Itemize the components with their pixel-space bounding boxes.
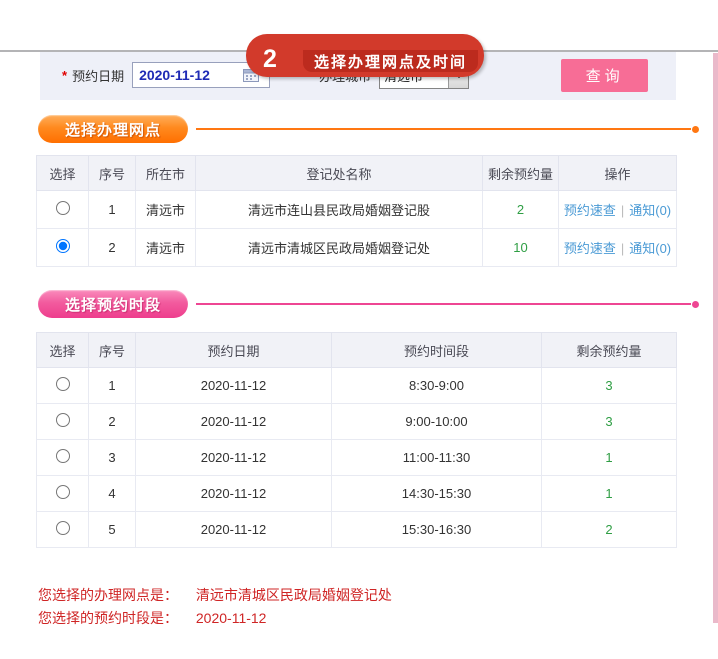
time-section-header: 选择预约时段 <box>38 290 718 318</box>
site-radio[interactable] <box>55 201 70 215</box>
time-table-body: 1 2020-11-12 8:30-9:00 3 2 2020-11-12 9:… <box>36 367 677 548</box>
time-row-date: 2020-11-12 <box>135 367 332 404</box>
time-table-row: 3 2020-11-12 11:00-11:30 1 <box>36 439 677 476</box>
site-row-actions: 预约速查 | 通知(0) <box>558 190 677 229</box>
time-row-period: 14:30-15:30 <box>331 475 542 512</box>
page-right-border <box>713 53 718 623</box>
site-row-remaining: 10 <box>482 228 559 267</box>
time-row-number: 3 <box>88 439 136 476</box>
col-period: 预约时间段 <box>331 332 542 368</box>
site-table: 选择 序号 所在市 登记处名称 剩余预约量 操作 1 清远市 清远市连山县民政局… <box>36 155 677 267</box>
col-remaining: 剩余预约量 <box>482 155 559 191</box>
time-radio[interactable] <box>55 521 70 535</box>
time-radio[interactable] <box>55 485 70 499</box>
site-row-registry-name: 清远市连山县民政局婚姻登记股 <box>195 190 483 229</box>
time-row-number: 5 <box>88 511 136 548</box>
selection-summary: 您选择的办理网点是： 清远市清城区民政局婚姻登记处 您选择的预约时段是： 202… <box>38 584 718 630</box>
time-row-remaining: 1 <box>541 439 677 476</box>
quick-check-link[interactable]: 预约速查 <box>564 203 616 218</box>
time-row-remaining: 2 <box>541 511 677 548</box>
time-row-period: 11:00-11:30 <box>331 439 542 476</box>
time-radio[interactable] <box>55 413 70 427</box>
quick-check-link[interactable]: 预约速查 <box>564 241 616 256</box>
time-table: 选择 序号 预约日期 预约时间段 剩余预约量 1 2020-11-12 8:30… <box>36 332 677 548</box>
time-row-date: 2020-11-12 <box>135 511 332 548</box>
time-table-row: 4 2020-11-12 14:30-15:30 1 <box>36 475 677 512</box>
time-table-header-row: 选择 序号 预约日期 预约时间段 剩余预约量 <box>36 332 677 368</box>
time-section-rule <box>196 303 691 305</box>
time-radio[interactable] <box>55 449 70 463</box>
summary-time-value: 2020-11-12 <box>195 610 267 626</box>
time-row-date: 2020-11-12 <box>135 475 332 512</box>
time-row-date: 2020-11-12 <box>135 403 332 440</box>
time-row-number: 2 <box>88 403 136 440</box>
site-table-row: 1 清远市 清远市连山县民政局婚姻登记股 2 预约速查 | 通知(0) <box>36 190 677 229</box>
summary-site-label: 您选择的办理网点是： <box>38 587 178 603</box>
site-row-actions: 预约速查 | 通知(0) <box>558 228 677 267</box>
site-table-row: 2 清远市 清远市清城区民政局婚姻登记处 10 预约速查 | 通知(0) <box>36 228 677 267</box>
notice-link[interactable]: 通知(0) <box>629 241 671 256</box>
col-remaining: 剩余预约量 <box>541 332 677 368</box>
col-number: 序号 <box>88 155 136 191</box>
site-section-title: 选择办理网点 <box>38 115 188 143</box>
time-row-date: 2020-11-12 <box>135 439 332 476</box>
time-section-dot <box>692 300 699 308</box>
time-row-period: 15:30-16:30 <box>331 511 542 548</box>
time-row-remaining: 1 <box>541 475 677 512</box>
site-table-body: 1 清远市 清远市连山县民政局婚姻登记股 2 预约速查 | 通知(0) 2 清远市 … <box>36 190 677 267</box>
summary-time-label: 您选择的预约时段是： <box>38 610 178 626</box>
summary-site-value: 清远市清城区民政局婚姻登记处 <box>195 587 392 603</box>
site-row-number: 1 <box>88 190 136 229</box>
time-table-row: 5 2020-11-12 15:30-16:30 2 <box>36 511 677 548</box>
date-label: 预约日期 <box>72 68 125 84</box>
time-table-row: 1 2020-11-12 8:30-9:00 3 <box>36 367 677 404</box>
site-section-header: 选择办理网点 <box>38 115 718 143</box>
link-separator: | <box>620 203 625 218</box>
time-row-period: 8:30-9:00 <box>331 367 542 404</box>
time-table-row: 2 2020-11-12 9:00-10:00 3 <box>36 403 677 440</box>
site-row-number: 2 <box>88 228 136 267</box>
time-row-remaining: 3 <box>541 367 677 404</box>
col-select: 选择 <box>36 155 89 191</box>
step-title: 选择办理网点及时间 <box>303 50 478 72</box>
site-section-dot <box>692 125 699 133</box>
site-row-remaining: 2 <box>482 190 559 229</box>
site-section-rule <box>196 128 691 130</box>
col-actions: 操作 <box>558 155 677 191</box>
site-row-city: 清远市 <box>135 190 196 229</box>
link-separator: | <box>620 241 625 256</box>
site-row-registry-name: 清远市清城区民政局婚姻登记处 <box>195 228 483 267</box>
time-row-number: 1 <box>88 367 136 404</box>
step-number: 2 <box>263 45 277 73</box>
time-radio[interactable] <box>55 377 70 391</box>
time-row-remaining: 3 <box>541 403 677 440</box>
site-table-header-row: 选择 序号 所在市 登记处名称 剩余预约量 操作 <box>36 155 677 191</box>
col-select: 选择 <box>36 332 89 368</box>
site-radio[interactable] <box>55 239 70 253</box>
notice-link[interactable]: 通知(0) <box>629 203 671 218</box>
col-date: 预约日期 <box>135 332 332 368</box>
site-row-city: 清远市 <box>135 228 196 267</box>
date-input[interactable] <box>137 66 242 84</box>
step-banner: 2 选择办理网点及时间 <box>246 34 484 77</box>
query-button[interactable]: 查询 <box>561 58 649 92</box>
col-registry-name: 登记处名称 <box>195 155 483 191</box>
time-row-number: 4 <box>88 475 136 512</box>
col-city: 所在市 <box>135 155 196 191</box>
time-section-title: 选择预约时段 <box>38 290 188 318</box>
col-number: 序号 <box>88 332 136 368</box>
time-row-period: 9:00-10:00 <box>331 403 542 440</box>
required-marker: * <box>62 67 68 83</box>
